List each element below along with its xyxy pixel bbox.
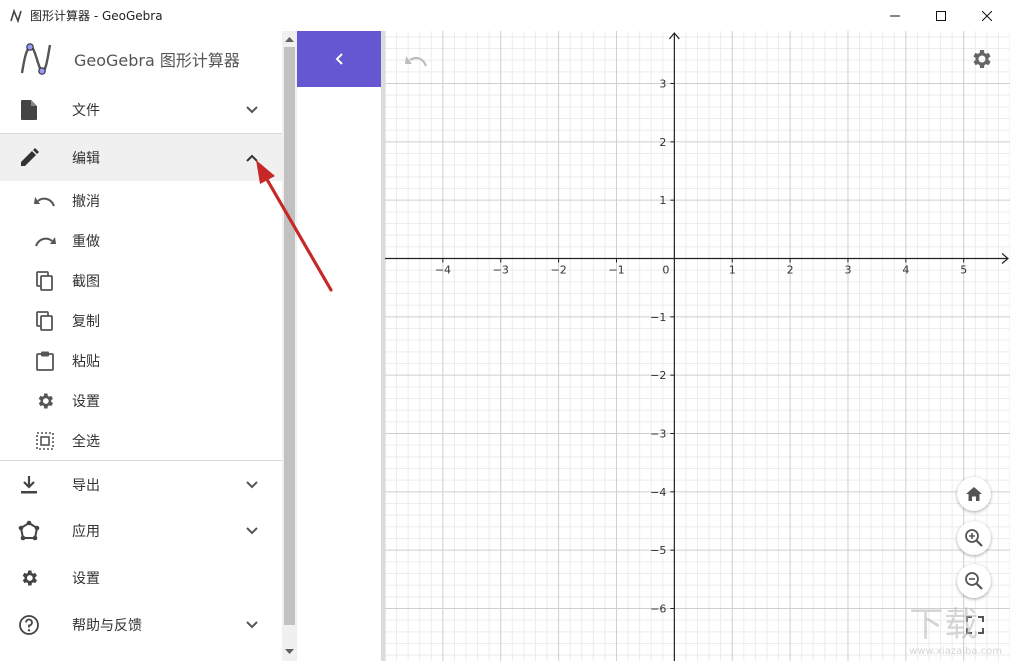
zoom-out-icon	[965, 572, 983, 590]
submenu-item-label: 撤消	[72, 194, 100, 210]
coordinate-grid[interactable]: −4 −3 −2 −1 0 1 2 3 4 5 3 2 1 −1 −2 −3 −4 −5 −6	[385, 31, 1010, 661]
title-bar: 图形计算器 - GeoGebra	[0, 0, 1010, 31]
standard-view-button[interactable]	[957, 477, 991, 511]
menu-item-export[interactable]: 导出	[0, 461, 282, 508]
window-title: 图形计算器 - GeoGebra	[30, 9, 163, 23]
undo-icon[interactable]	[405, 51, 429, 69]
x-tick-label: 0	[662, 264, 669, 277]
home-icon	[966, 487, 982, 501]
select-all-icon	[34, 430, 56, 452]
submenu-item-label: 截图	[72, 274, 100, 290]
scrollbar-thumb[interactable]	[284, 47, 295, 625]
chevron-down-icon	[246, 106, 258, 114]
watermark-text: 下载	[909, 605, 980, 645]
chevron-down-icon	[246, 480, 258, 488]
submenu-item-label: 复制	[72, 314, 100, 330]
y-tick-label: −5	[650, 544, 666, 557]
x-tick-label: 1	[729, 264, 736, 277]
geogebra-app-icon	[10, 8, 22, 23]
close-icon	[982, 10, 992, 21]
menu-scrollbar[interactable]	[282, 31, 297, 661]
graphics-settings-gear-icon[interactable]	[969, 47, 993, 71]
zoom-in-icon	[965, 529, 983, 547]
main-menu: GeoGebra 图形计算器 文件 编辑 撤消 重做 截图 复制 粘贴 设置 全…	[0, 31, 282, 661]
help-icon	[18, 614, 40, 636]
redo-icon	[34, 230, 56, 252]
menu-item-apps[interactable]: 应用	[0, 508, 282, 554]
watermark: 下载 www.xiazaiba.com	[909, 597, 1002, 657]
paste-icon	[34, 350, 56, 372]
file-icon	[18, 99, 40, 121]
copy-icon	[34, 310, 56, 332]
undo-icon	[34, 190, 56, 212]
copy-image-icon	[34, 270, 56, 292]
x-tick-label: 4	[902, 264, 909, 277]
gear-icon	[34, 390, 56, 412]
submenu-item-select-all[interactable]: 全选	[0, 421, 282, 461]
menu-item-help[interactable]: 帮助与反馈	[0, 601, 282, 648]
annotation-arrow	[256, 160, 333, 292]
chevron-down-icon	[246, 527, 258, 535]
chevron-left-icon	[335, 53, 343, 65]
y-tick-label: 2	[659, 136, 666, 149]
scroll-down-arrow-icon[interactable]	[285, 647, 294, 656]
graphics-view[interactable]: −4 −3 −2 −1 0 1 2 3 4 5 3 2 1 −1 −2 −3 −4 −5 −6	[385, 31, 1010, 661]
y-tick-label: 3	[659, 78, 666, 91]
zoom-out-button[interactable]	[957, 564, 991, 598]
download-icon	[18, 474, 40, 496]
minimize-icon	[890, 15, 900, 16]
x-tick-label: −2	[551, 264, 567, 277]
algebra-panel	[297, 31, 381, 661]
chevron-down-icon	[246, 620, 258, 628]
submenu-item-undo[interactable]: 撤消	[0, 181, 282, 221]
menu-item-settings[interactable]: 设置	[0, 554, 282, 601]
zoom-in-button[interactable]	[957, 521, 991, 555]
maximize-button[interactable]	[918, 0, 964, 31]
y-tick-label: −2	[650, 369, 666, 382]
x-tick-label: −1	[608, 264, 624, 277]
menu-brand-title: GeoGebra 图形计算器	[74, 51, 240, 70]
submenu-item-copy-image[interactable]: 截图	[0, 261, 282, 301]
y-tick-label: −3	[650, 428, 666, 441]
collapse-algebra-button[interactable]	[297, 31, 381, 87]
submenu-item-label: 设置	[72, 394, 100, 410]
menu-item-label: 编辑	[72, 150, 100, 167]
menu-item-file[interactable]: 文件	[0, 87, 282, 133]
menu-header: GeoGebra 图形计算器	[0, 31, 282, 87]
close-window-button[interactable]	[964, 0, 1010, 31]
apps-icon	[18, 520, 40, 542]
y-tick-label: −6	[650, 603, 666, 616]
submenu-item-label: 全选	[72, 434, 100, 450]
submenu-item-label: 重做	[72, 234, 100, 250]
menu-item-label: 帮助与反馈	[72, 617, 142, 634]
submenu-item-label: 粘贴	[72, 354, 100, 370]
x-tick-label: 3	[844, 264, 851, 277]
submenu-item-copy[interactable]: 复制	[0, 301, 282, 341]
watermark-url: www.xiazaiba.com	[909, 646, 1002, 657]
menu-item-edit[interactable]: 编辑	[0, 134, 282, 181]
y-tick-label: 1	[659, 194, 666, 207]
x-tick-label: 2	[787, 264, 794, 277]
x-tick-label: −4	[435, 264, 451, 277]
minimize-button[interactable]	[872, 0, 918, 31]
pencil-icon	[18, 147, 40, 169]
gear-icon	[18, 567, 40, 589]
x-tick-label: −3	[493, 264, 509, 277]
submenu-item-settings[interactable]: 设置	[0, 381, 282, 421]
y-tick-label: −4	[650, 486, 666, 499]
maximize-icon	[936, 10, 946, 21]
scroll-up-arrow-icon[interactable]	[285, 35, 294, 44]
menu-item-label: 文件	[72, 103, 100, 119]
y-tick-label: −1	[650, 311, 666, 324]
menu-item-label: 设置	[72, 570, 100, 587]
menu-item-label: 导出	[72, 477, 100, 494]
menu-item-label: 应用	[72, 524, 100, 540]
submenu-item-redo[interactable]: 重做	[0, 221, 282, 261]
x-tick-label: 5	[960, 264, 967, 277]
geogebra-logo-icon	[20, 43, 52, 75]
submenu-item-paste[interactable]: 粘贴	[0, 341, 282, 381]
